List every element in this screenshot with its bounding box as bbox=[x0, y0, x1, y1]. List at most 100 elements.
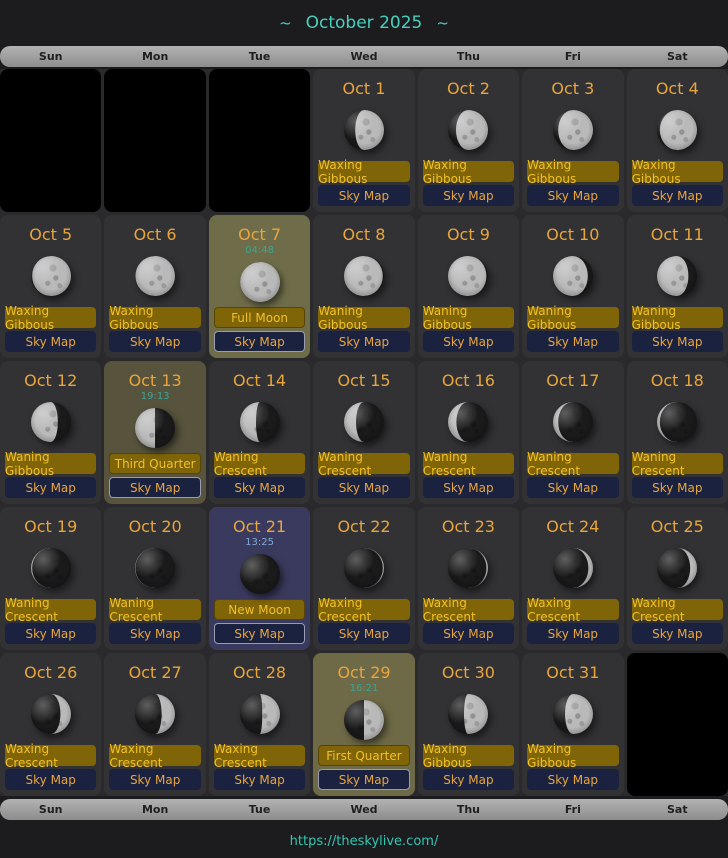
sky-map-link[interactable]: Sky Map bbox=[632, 331, 723, 352]
phase-label-button[interactable]: Waxing Crescent bbox=[5, 745, 96, 766]
sky-map-link[interactable]: Sky Map bbox=[527, 331, 618, 352]
day-date: Oct 2 bbox=[447, 80, 490, 98]
weekday-label-wed: Wed bbox=[313, 50, 414, 63]
sky-map-link[interactable]: Sky Map bbox=[214, 331, 305, 352]
moon-area bbox=[313, 244, 414, 307]
day-date: Oct 10 bbox=[546, 226, 599, 244]
moon-surface-texture bbox=[344, 402, 384, 442]
sky-map-link[interactable]: Sky Map bbox=[214, 623, 305, 644]
day-cell: Oct 31Waxing GibbousSky Map bbox=[522, 653, 623, 796]
day-cell: Oct 30Waxing GibbousSky Map bbox=[418, 653, 519, 796]
day-date: Oct 3 bbox=[551, 80, 594, 98]
moon-area bbox=[418, 98, 519, 161]
month-title: October 2025 bbox=[306, 13, 423, 33]
moon-area bbox=[0, 536, 101, 599]
moon-area bbox=[627, 390, 728, 453]
day-date: Oct 13 bbox=[129, 372, 182, 390]
moon-area bbox=[627, 536, 728, 599]
phase-label-button[interactable]: Waxing Gibbous bbox=[5, 307, 96, 328]
sky-map-link[interactable]: Sky Map bbox=[109, 331, 200, 352]
phase-label-button[interactable]: Waning Gibbous bbox=[318, 307, 409, 328]
phase-label-button[interactable]: Waxing Gibbous bbox=[318, 161, 409, 182]
phase-label-button[interactable]: Waxing Gibbous bbox=[527, 745, 618, 766]
phase-label-button[interactable]: Waxing Gibbous bbox=[109, 307, 200, 328]
phase-label-button[interactable]: Waxing Crescent bbox=[632, 599, 723, 620]
day-cell: Oct 2916:21First QuarterSky Map bbox=[313, 653, 414, 796]
phase-label-button[interactable]: Full Moon bbox=[214, 307, 305, 328]
moon-surface-texture bbox=[553, 110, 593, 150]
phase-label-button[interactable]: Waxing Gibbous bbox=[423, 161, 514, 182]
day-date: Oct 15 bbox=[337, 372, 390, 390]
phase-label-button[interactable]: Waxing Crescent bbox=[318, 599, 409, 620]
phase-label-button[interactable]: Waning Gibbous bbox=[527, 307, 618, 328]
phase-label-button[interactable]: Waning Crescent bbox=[214, 453, 305, 474]
moon-phase-image bbox=[657, 110, 697, 150]
sky-map-link[interactable]: Sky Map bbox=[109, 623, 200, 644]
phase-label-button[interactable]: Waxing Crescent bbox=[214, 745, 305, 766]
phase-label-button[interactable]: Waning Crescent bbox=[109, 599, 200, 620]
moon-phase-image bbox=[553, 694, 593, 734]
moon-phase-image bbox=[448, 402, 488, 442]
sky-map-link[interactable]: Sky Map bbox=[109, 477, 200, 498]
sky-map-link[interactable]: Sky Map bbox=[214, 477, 305, 498]
sky-map-link[interactable]: Sky Map bbox=[423, 477, 514, 498]
phase-label-button[interactable]: Waning Gibbous bbox=[632, 307, 723, 328]
moon-surface-texture bbox=[240, 554, 280, 594]
phase-label-button[interactable]: Waning Crescent bbox=[527, 453, 618, 474]
phase-label-button[interactable]: Waning Crescent bbox=[5, 599, 96, 620]
moon-surface-texture bbox=[135, 408, 175, 448]
phase-label-button[interactable]: Waxing Crescent bbox=[109, 745, 200, 766]
phase-label-button[interactable]: Waning Crescent bbox=[318, 453, 409, 474]
phase-label-button[interactable]: Waning Crescent bbox=[632, 453, 723, 474]
weekday-label-fri: Fri bbox=[522, 50, 623, 63]
sky-map-link[interactable]: Sky Map bbox=[632, 185, 723, 206]
moon-area bbox=[104, 403, 205, 453]
sky-map-link[interactable]: Sky Map bbox=[5, 769, 96, 790]
sky-map-link[interactable]: Sky Map bbox=[423, 185, 514, 206]
sky-map-link[interactable]: Sky Map bbox=[318, 477, 409, 498]
sky-map-link[interactable]: Sky Map bbox=[632, 623, 723, 644]
day-date: Oct 28 bbox=[233, 664, 286, 682]
empty-cell bbox=[627, 653, 728, 796]
phase-label-button[interactable]: New Moon bbox=[214, 599, 305, 620]
sky-map-link[interactable]: Sky Map bbox=[5, 623, 96, 644]
sky-map-link[interactable]: Sky Map bbox=[527, 623, 618, 644]
moon-surface-texture bbox=[448, 110, 488, 150]
phase-label-button[interactable]: Third Quarter bbox=[109, 453, 200, 474]
sky-map-link[interactable]: Sky Map bbox=[5, 477, 96, 498]
sky-map-link[interactable]: Sky Map bbox=[423, 769, 514, 790]
moon-phase-image bbox=[553, 402, 593, 442]
sky-map-link[interactable]: Sky Map bbox=[5, 331, 96, 352]
moon-area bbox=[418, 244, 519, 307]
sky-map-link[interactable]: Sky Map bbox=[423, 331, 514, 352]
phase-label-button[interactable]: Waxing Gibbous bbox=[423, 745, 514, 766]
sky-map-link[interactable]: Sky Map bbox=[527, 769, 618, 790]
sky-map-link[interactable]: Sky Map bbox=[527, 185, 618, 206]
sky-map-link[interactable]: Sky Map bbox=[318, 769, 409, 790]
day-date: Oct 21 bbox=[233, 518, 286, 536]
moon-area bbox=[209, 390, 310, 453]
sky-map-link[interactable]: Sky Map bbox=[318, 331, 409, 352]
sky-map-link[interactable]: Sky Map bbox=[527, 477, 618, 498]
sky-map-link[interactable]: Sky Map bbox=[318, 185, 409, 206]
day-cell: Oct 2113:25New MoonSky Map bbox=[209, 507, 310, 650]
sky-map-link[interactable]: Sky Map bbox=[318, 623, 409, 644]
phase-label-button[interactable]: First Quarter bbox=[318, 745, 409, 766]
sky-map-link[interactable]: Sky Map bbox=[109, 769, 200, 790]
day-cell: Oct 4Waxing GibbousSky Map bbox=[627, 69, 728, 212]
footer-url-link[interactable]: https://theskylive.com/ bbox=[290, 834, 439, 849]
moon-surface-texture bbox=[31, 548, 71, 588]
phase-label-button[interactable]: Waxing Crescent bbox=[423, 599, 514, 620]
day-cell: Oct 8Waning GibbousSky Map bbox=[313, 215, 414, 358]
moon-area bbox=[418, 682, 519, 745]
sky-map-link[interactable]: Sky Map bbox=[632, 477, 723, 498]
phase-label-button[interactable]: Waxing Crescent bbox=[527, 599, 618, 620]
phase-label-button[interactable]: Waxing Gibbous bbox=[632, 161, 723, 182]
phase-label-button[interactable]: Waning Gibbous bbox=[5, 453, 96, 474]
weekday-header-bar: Sun Mon Tue Wed Thu Fri Sat bbox=[0, 46, 728, 67]
phase-label-button[interactable]: Waning Gibbous bbox=[423, 307, 514, 328]
sky-map-link[interactable]: Sky Map bbox=[214, 769, 305, 790]
phase-label-button[interactable]: Waning Crescent bbox=[423, 453, 514, 474]
sky-map-link[interactable]: Sky Map bbox=[423, 623, 514, 644]
phase-label-button[interactable]: Waxing Gibbous bbox=[527, 161, 618, 182]
